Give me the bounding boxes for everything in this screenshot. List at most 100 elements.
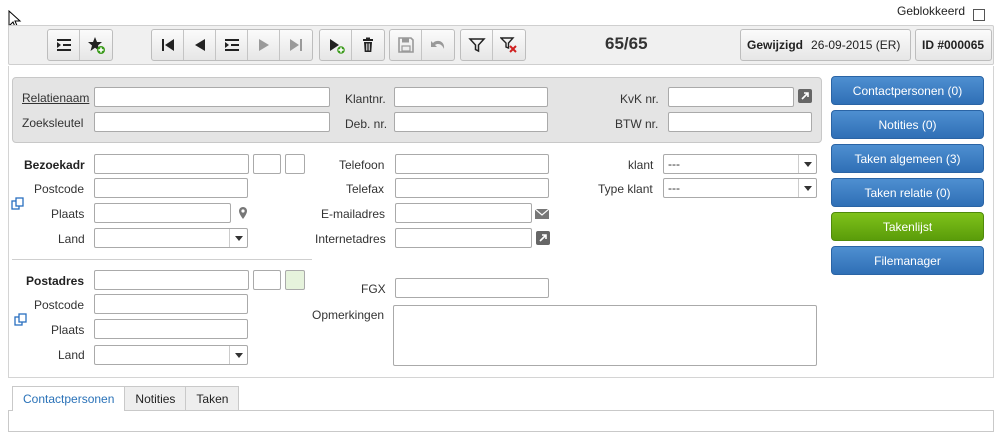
first-record-button[interactable] <box>152 30 184 60</box>
filemanager-button[interactable]: Filemanager <box>831 246 984 275</box>
delete-record-button[interactable] <box>352 30 384 60</box>
email-label: E-mailadres <box>321 207 386 221</box>
list-indent-icon <box>56 39 71 51</box>
email-input[interactable] <box>395 203 532 223</box>
list-goto-icon <box>224 39 239 51</box>
blocked-label: Geblokkeerd <box>897 4 966 18</box>
toolbar-group-navigation <box>151 29 313 61</box>
record-id-label: ID #000065 <box>922 38 985 52</box>
fgx-input[interactable] <box>395 278 549 298</box>
tasks-general-button[interactable]: Taken algemeen (3) <box>831 144 984 173</box>
address-divider <box>12 259 312 260</box>
postal-postcode-input[interactable] <box>94 294 248 314</box>
visit-suffix-input[interactable] <box>285 154 305 174</box>
visit-postcode-input[interactable] <box>94 178 248 198</box>
save-icon <box>397 37 414 53</box>
visit-postcode-label: Postcode <box>34 182 85 196</box>
vat-label: BTW nr. <box>615 117 659 131</box>
filter-button[interactable] <box>461 30 493 60</box>
postal-street-input[interactable] <box>94 270 249 290</box>
map-marker-icon[interactable] <box>236 206 250 220</box>
remarks-textarea[interactable] <box>393 305 817 366</box>
external-link-icon[interactable] <box>536 231 550 245</box>
tab-tasks[interactable]: Taken <box>185 386 240 410</box>
debtor-no-label: Deb. nr. <box>345 117 388 131</box>
chevron-down-icon <box>798 155 816 173</box>
play-add-icon <box>329 39 345 54</box>
add-favorite-button[interactable] <box>80 30 112 60</box>
fax-label: Telefax <box>346 182 385 196</box>
toggle-list-button[interactable] <box>48 30 80 60</box>
phone-input[interactable] <box>395 154 549 174</box>
last-record-button[interactable] <box>280 30 312 60</box>
tab-panel <box>8 410 994 432</box>
customer-type-select-value: --- <box>668 181 680 195</box>
postal-suffix-input[interactable] <box>285 270 305 290</box>
chevron-down-icon <box>229 346 247 364</box>
visit-country-label: Land <box>58 232 85 246</box>
undo-icon <box>431 40 445 49</box>
debtor-no-input[interactable] <box>394 112 548 132</box>
save-button[interactable] <box>390 30 422 60</box>
postal-address-title: Postadres <box>26 274 85 288</box>
chevron-down-icon <box>798 179 816 197</box>
searchkey-label: Zoeksleutel <box>22 116 84 130</box>
filter-remove-icon <box>500 37 517 53</box>
toolbar-group-filter <box>460 29 526 61</box>
tab-contacts[interactable]: Contactpersonen <box>12 386 126 411</box>
visit-city-label: Plaats <box>51 207 85 221</box>
fgx-label: FGX <box>361 282 386 296</box>
last-icon <box>290 39 302 51</box>
toolbar-group-edit <box>389 29 455 61</box>
customer-select[interactable]: --- <box>663 154 817 174</box>
first-icon <box>161 39 174 51</box>
visit-country-select[interactable] <box>94 228 248 248</box>
contacts-button[interactable]: Contactpersonen (0) <box>831 76 984 105</box>
external-link-icon[interactable] <box>798 89 812 103</box>
modified-value: 26-09-2015 (ER) <box>811 38 901 52</box>
mail-icon[interactable] <box>535 207 549 221</box>
kvk-input[interactable] <box>668 87 794 107</box>
postal-postcode-label: Postcode <box>34 298 85 312</box>
star-add-icon <box>88 37 105 54</box>
new-record-button[interactable] <box>320 30 352 60</box>
undo-button[interactable] <box>422 30 454 60</box>
website-input[interactable] <box>395 228 532 248</box>
visit-street-input[interactable] <box>94 154 249 174</box>
customer-label: klant <box>628 158 654 172</box>
postal-city-label: Plaats <box>51 323 85 337</box>
clear-filter-button[interactable] <box>493 30 525 60</box>
previous-record-button[interactable] <box>184 30 216 60</box>
visit-address-title: Bezoekadr <box>24 158 85 172</box>
tab-notes[interactable]: Notities <box>124 386 187 410</box>
next-record-button[interactable] <box>248 30 280 60</box>
vat-input[interactable] <box>668 112 812 132</box>
copy-address-icon[interactable] <box>11 197 25 211</box>
visit-number-input[interactable] <box>253 154 281 174</box>
visit-city-input[interactable] <box>94 203 231 223</box>
filter-icon <box>467 38 486 53</box>
postal-country-select[interactable] <box>94 345 248 365</box>
copy-address-icon[interactable] <box>14 313 28 327</box>
tasklist-button[interactable]: Takenlijst <box>831 212 984 241</box>
fax-input[interactable] <box>395 178 549 198</box>
customer-no-input[interactable] <box>394 87 548 107</box>
toolbar: 65/65 Gewijzigd 26-09-2015 (ER) ID #0000… <box>8 25 994 65</box>
searchkey-input[interactable] <box>94 112 330 132</box>
customer-type-select[interactable]: --- <box>663 178 817 198</box>
relation-name-input[interactable] <box>94 87 330 107</box>
goto-record-button[interactable] <box>216 30 248 60</box>
customer-select-value: --- <box>668 157 680 171</box>
tasks-relation-button[interactable]: Taken relatie (0) <box>831 178 984 207</box>
trash-icon <box>363 37 373 52</box>
modified-info: Gewijzigd 26-09-2015 (ER) <box>740 29 911 61</box>
relation-name-label[interactable]: Relatienaam <box>22 91 89 105</box>
postal-city-input[interactable] <box>94 319 248 339</box>
record-counter: 65/65 <box>605 34 648 53</box>
postal-number-input[interactable] <box>253 270 281 290</box>
notes-button[interactable]: Notities (0) <box>831 110 984 139</box>
website-label: Internetadres <box>315 232 386 246</box>
phone-label: Telefoon <box>339 158 385 172</box>
blocked-checkbox[interactable] <box>973 9 985 21</box>
kvk-label: KvK nr. <box>620 92 659 106</box>
